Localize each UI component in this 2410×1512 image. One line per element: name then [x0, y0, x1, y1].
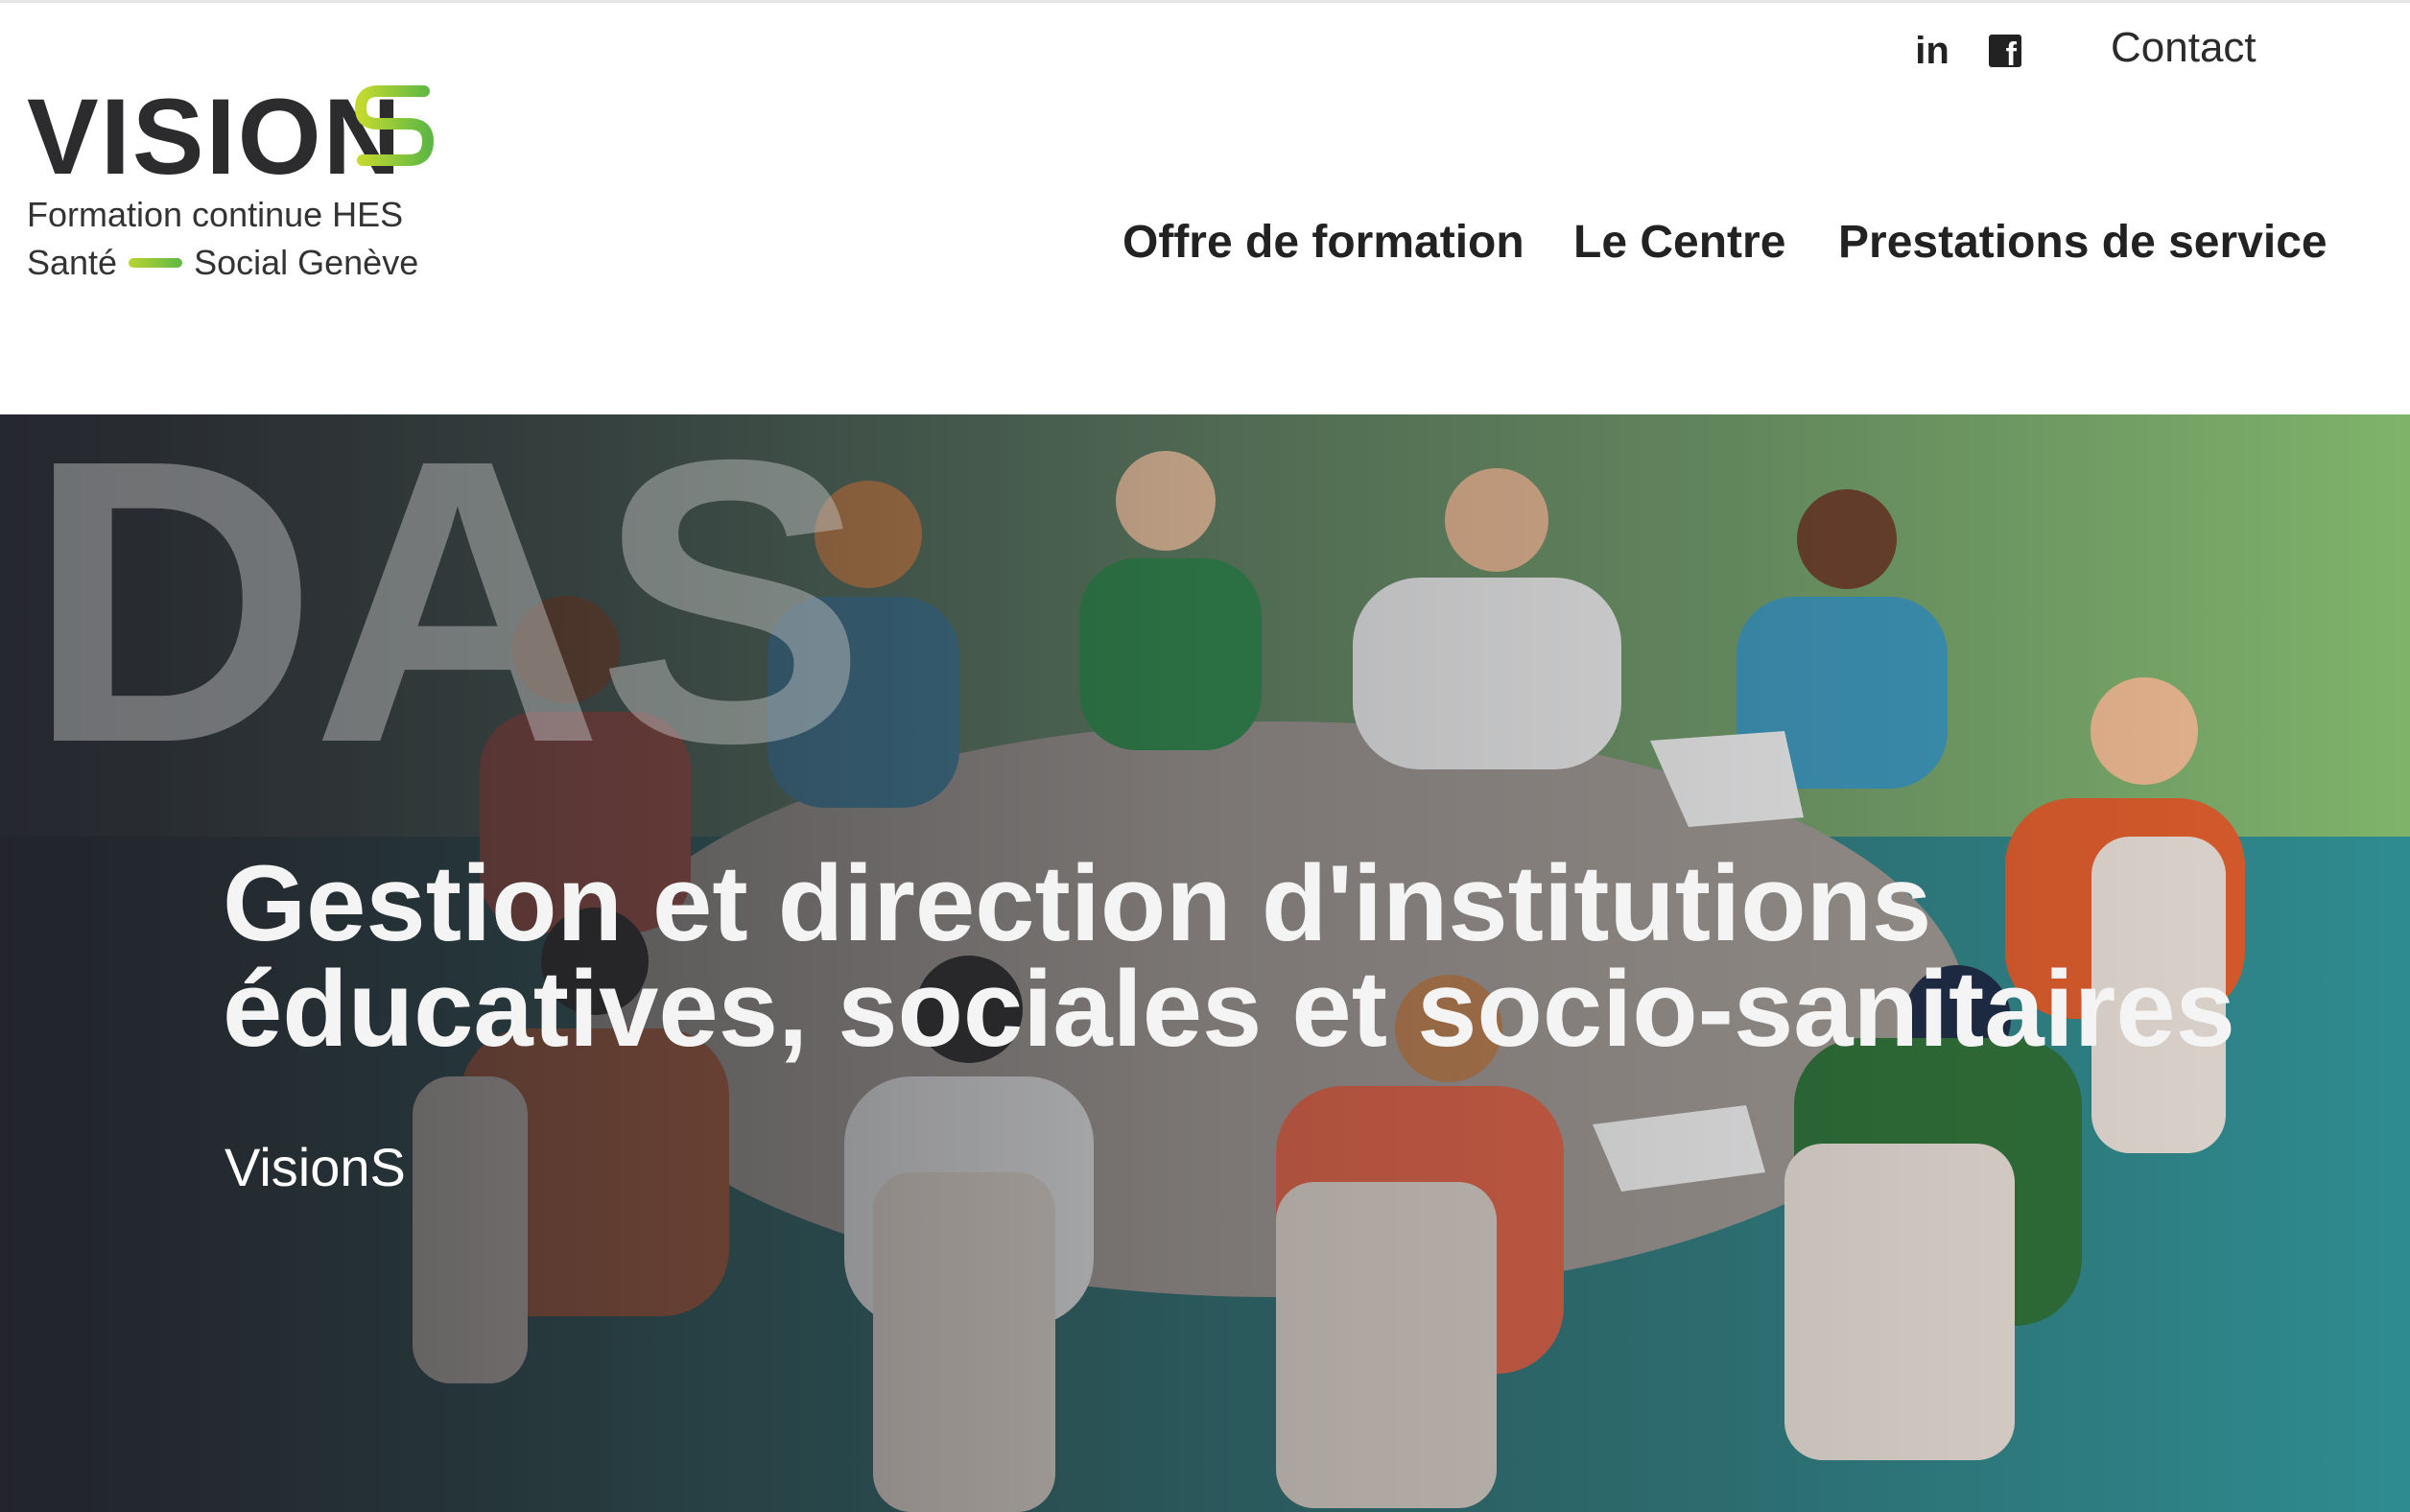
- logo-sante: Santé: [27, 243, 118, 282]
- logo-s-mark: [354, 85, 435, 177]
- hero-banner: DAS Gestion et direction d'institutions …: [0, 414, 2410, 1512]
- title-line-1: Gestion et direction d'institutions: [223, 843, 1932, 964]
- hero-subtitle: VisionS: [224, 1137, 406, 1197]
- contact-link[interactable]: Contact: [2111, 24, 2256, 72]
- facebook-label: f: [2005, 36, 2017, 73]
- logo-social-geneve: Social Genève: [194, 243, 419, 282]
- logo-dash: [129, 258, 183, 268]
- nav-le-centre[interactable]: Le Centre: [1573, 216, 1785, 269]
- linkedin-icon[interactable]: in: [1909, 28, 1955, 74]
- page-title: Gestion et direction d'institutions éduc…: [223, 843, 2237, 1070]
- nav-prestations-de-service[interactable]: Prestations de service: [1838, 216, 2327, 269]
- facebook-box: f: [1989, 35, 2021, 71]
- title-line-2: éducatives, sociales et socio-sanitaires: [223, 949, 2235, 1070]
- logo-wordmark: VISION: [27, 77, 403, 197]
- logo-tagline-1: Formation continue HES: [27, 195, 404, 234]
- logo-tagline-2: Santé Social Genève: [27, 243, 418, 283]
- nav-offre-de-formation[interactable]: Offre de formation: [1122, 216, 1524, 269]
- site-header: VISION Formation continue HES Santé Soci…: [0, 3, 2410, 414]
- das-watermark: DAS: [27, 414, 866, 827]
- visions-logo[interactable]: VISION Formation continue HES Santé Soci…: [27, 70, 435, 291]
- facebook-icon[interactable]: f: [1986, 28, 2024, 74]
- linkedin-label: in: [1915, 29, 1949, 72]
